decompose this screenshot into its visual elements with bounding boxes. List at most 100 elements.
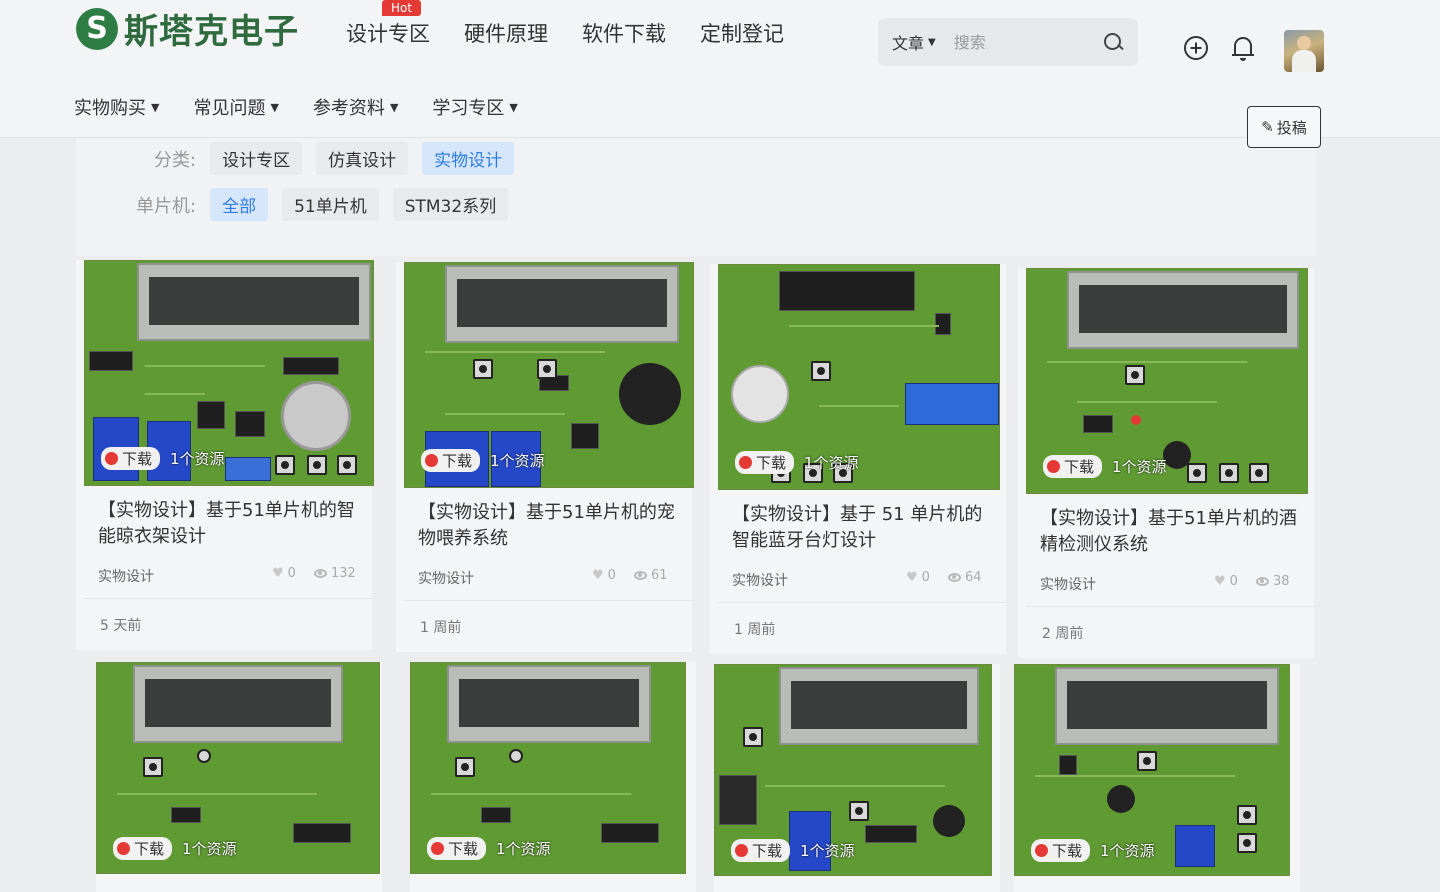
post-category[interactable]: 实物设计 <box>1040 574 1096 594</box>
download-icon <box>425 454 438 467</box>
mcu-filter-row: 单片机: 全部 51单片机 STM32系列 <box>136 188 522 221</box>
post-title[interactable]: 【实物设计】基于51单片机的酒精检测仪系统 <box>1040 506 1300 558</box>
post-card[interactable]: 下载 1个资源 <box>410 662 696 892</box>
likes-count: 0 <box>1229 574 1238 589</box>
post-thumbnail[interactable]: 下载 1个资源 <box>1026 268 1308 494</box>
download-icon <box>1047 460 1060 473</box>
post-button[interactable]: ✎ 投稿 <box>1247 106 1321 148</box>
post-thumbnail[interactable]: 下载 1个资源 <box>410 662 686 874</box>
post-title[interactable]: 【实物设计】基于51单片机的智能晾衣架设计 <box>98 498 358 550</box>
subnav-item-buy[interactable]: 实物购买 ▼ <box>74 94 159 120</box>
download-label: 下载 <box>1064 458 1095 476</box>
post-likes[interactable]: ♥ 0 <box>592 568 616 583</box>
mcu-chip[interactable]: STM32系列 <box>392 188 509 221</box>
nav-item-label: 定制登记 <box>700 22 784 46</box>
download-icon <box>431 842 444 855</box>
add-icon[interactable] <box>1184 36 1208 60</box>
download-label: 下载 <box>442 452 473 470</box>
download-badge[interactable]: 下载 1个资源 <box>1043 455 1167 478</box>
subnav-item-label: 实物购买 <box>74 98 146 119</box>
post-card[interactable]: 下载 1个资源 【实物设计】基于51单片机的宠物喂养系统 实物设计 ♥ 0 61 … <box>396 262 694 652</box>
nav-item-design[interactable]: 设计专区 Hot <box>346 0 430 48</box>
download-icon <box>735 844 748 857</box>
category-chip[interactable]: 设计专区 <box>210 142 303 175</box>
subnav-item-faq[interactable]: 常见问题 ▼ <box>193 94 278 120</box>
views-count: 38 <box>1273 574 1290 589</box>
post-thumbnail[interactable]: 下载 1个资源 <box>718 264 1000 490</box>
post-thumbnail[interactable]: 下载 1个资源 <box>404 262 694 488</box>
download-badge[interactable]: 下载 1个资源 <box>101 447 225 470</box>
mcu-chip-active[interactable]: 全部 <box>210 188 269 221</box>
download-label: 下载 <box>756 454 787 472</box>
search-icon[interactable] <box>1102 31 1124 53</box>
download-icon <box>117 842 130 855</box>
site-header: S 斯塔克电子 设计专区 Hot 硬件原理 软件下载 定制登记 文章 ▼ 实物购… <box>0 0 1440 138</box>
download-icon <box>1035 844 1048 857</box>
post-card[interactable]: 下载 1个资源 <box>96 662 382 892</box>
secondary-nav: 实物购买 ▼ 常见问题 ▼ 参考资料 ▼ 学习专区 ▼ <box>74 94 552 120</box>
post-category[interactable]: 实物设计 <box>98 566 154 586</box>
post-thumbnail[interactable]: 下载 1个资源 <box>1014 664 1290 876</box>
post-category[interactable]: 实物设计 <box>418 568 474 588</box>
bell-icon[interactable] <box>1232 34 1254 62</box>
download-badge[interactable]: 下载 1个资源 <box>1031 839 1155 862</box>
download-badge[interactable]: 下载 1个资源 <box>427 837 551 860</box>
post-card[interactable]: 下载 1个资源 【实物设计】基于 51 单片机的智能蓝牙台灯设计 实物设计 ♥ 0… <box>710 264 1008 654</box>
nav-item-custom[interactable]: 定制登记 <box>700 18 784 48</box>
likes-count: 0 <box>921 570 930 585</box>
download-badge[interactable]: 下载 1个资源 <box>731 839 855 862</box>
post-card[interactable]: 下载 1个资源 【实物设计】基于51单片机的智能晾衣架设计 实物设计 ♥ 0 13… <box>76 260 374 650</box>
post-thumbnail[interactable]: 下载 1个资源 <box>714 664 992 876</box>
nav-item-software[interactable]: 软件下载 <box>582 18 666 48</box>
post-category[interactable]: 实物设计 <box>732 570 788 590</box>
card-divider <box>718 602 1008 603</box>
likes-count: 0 <box>607 568 616 583</box>
resource-count: 1个资源 <box>170 450 225 468</box>
post-views: 38 <box>1256 574 1290 589</box>
post-card[interactable]: 下载 1个资源 <box>714 664 1000 892</box>
post-time: 1 周前 <box>734 622 776 638</box>
nav-item-label: 设计专区 <box>346 22 430 46</box>
search-type-dropdown[interactable]: 文章 ▼ <box>892 30 936 54</box>
subnav-item-learning[interactable]: 学习专区 ▼ <box>432 94 517 120</box>
subnav-item-label: 常见问题 <box>193 98 266 119</box>
chevron-down-icon: ▼ <box>389 100 399 114</box>
resource-count: 1个资源 <box>490 452 545 470</box>
category-chip-active[interactable]: 实物设计 <box>422 142 515 175</box>
category-chip[interactable]: 仿真设计 <box>316 142 409 175</box>
download-badge[interactable]: 下载 1个资源 <box>735 451 859 474</box>
post-card[interactable]: 下载 1个资源 <box>1014 664 1300 892</box>
subnav-item-label: 学习专区 <box>432 98 505 119</box>
site-logo[interactable]: S 斯塔克电子 <box>76 4 299 53</box>
post-card[interactable]: 下载 1个资源 【实物设计】基于51单片机的酒精检测仪系统 实物设计 ♥ 0 38… <box>1018 268 1316 658</box>
post-title[interactable]: 【实物设计】基于51单片机的宠物喂养系统 <box>418 500 678 552</box>
download-badge[interactable]: 下载 1个资源 <box>113 837 237 860</box>
logo-icon: S <box>76 7 118 50</box>
post-title[interactable]: 【实物设计】基于 51 单片机的智能蓝牙台灯设计 <box>732 502 992 554</box>
search-input[interactable] <box>953 32 1094 52</box>
nav-item-hardware[interactable]: 硬件原理 <box>464 18 548 48</box>
heart-icon: ♥ <box>1214 574 1226 589</box>
nav-item-label: 硬件原理 <box>464 22 548 46</box>
search-bar: 文章 ▼ <box>878 18 1138 66</box>
post-likes[interactable]: ♥ 0 <box>906 570 930 585</box>
main-nav: 设计专区 Hot 硬件原理 软件下载 定制登记 <box>346 0 818 48</box>
download-badge[interactable]: 下载 1个资源 <box>421 449 545 472</box>
eye-icon <box>948 573 961 582</box>
resource-count: 1个资源 <box>1112 458 1167 476</box>
post-likes[interactable]: ♥ 0 <box>1214 574 1238 589</box>
post-button-label: 投稿 <box>1276 118 1307 137</box>
resource-count: 1个资源 <box>182 840 237 858</box>
card-divider <box>1026 606 1316 607</box>
post-thumbnail[interactable]: 下载 1个资源 <box>84 260 374 486</box>
download-icon <box>739 456 752 469</box>
post-views: 64 <box>948 570 982 585</box>
download-label: 下载 <box>1052 842 1083 860</box>
post-thumbnail[interactable]: 下载 1个资源 <box>96 662 380 874</box>
chevron-down-icon: ▼ <box>151 100 160 114</box>
post-time: 1 周前 <box>420 620 462 636</box>
post-likes[interactable]: ♥ 0 <box>272 566 296 581</box>
user-avatar[interactable] <box>1284 30 1324 72</box>
subnav-item-reference[interactable]: 参考资料 ▼ <box>313 94 398 120</box>
mcu-chip[interactable]: 51单片机 <box>282 188 379 221</box>
